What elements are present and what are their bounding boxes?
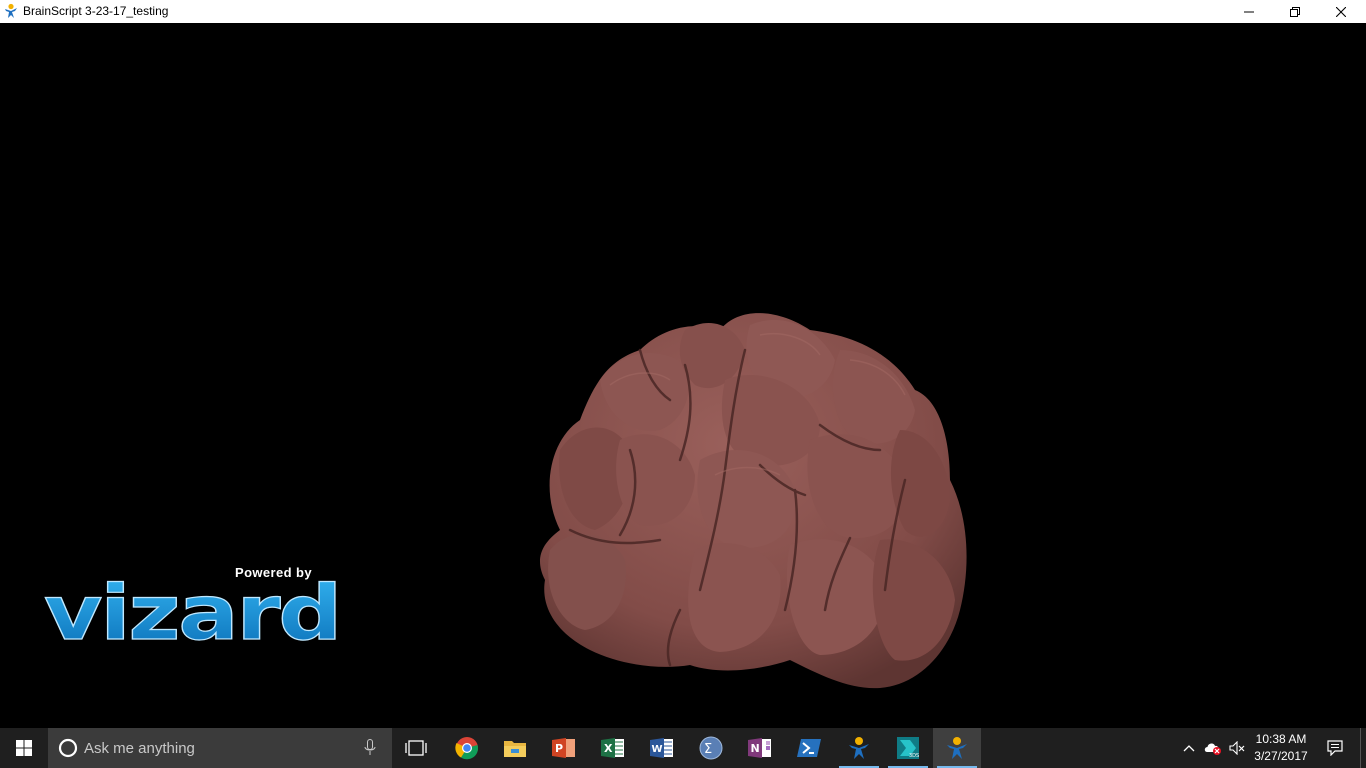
render-viewport[interactable]: vizard Powered by	[0, 23, 1366, 728]
taskbar-vizard-1[interactable]	[835, 728, 883, 768]
sigma-icon: Σ	[699, 736, 723, 760]
taskbar-powershell[interactable]	[785, 728, 833, 768]
svg-text:N: N	[751, 742, 760, 755]
cortana-icon	[58, 738, 78, 758]
volume-button[interactable]	[1226, 728, 1248, 768]
chevron-up-icon	[1183, 745, 1195, 752]
vizard-icon	[947, 737, 967, 759]
vizard-icon	[849, 737, 869, 759]
onedrive-error-button[interactable]	[1202, 728, 1224, 768]
powered-by-label: Powered by	[235, 565, 312, 580]
minimize-icon	[1244, 11, 1254, 12]
microphone-icon[interactable]	[364, 739, 376, 757]
search-placeholder: Ask me anything	[84, 740, 195, 757]
vizard-app-icon	[5, 3, 17, 18]
svg-text:Σ: Σ	[704, 742, 712, 757]
taskbar-word[interactable]: W	[638, 728, 686, 768]
folder-icon	[504, 741, 526, 757]
start-button[interactable]	[0, 728, 48, 768]
3d-brain-model[interactable]	[520, 290, 980, 690]
onenote-icon: N	[748, 738, 771, 758]
show-desktop-button[interactable]	[1360, 728, 1366, 768]
word-icon: W	[650, 738, 673, 758]
cloud-error-icon	[1204, 743, 1221, 755]
excel-icon: X	[601, 738, 624, 758]
taskbar-onenote[interactable]: N	[736, 728, 784, 768]
task-view-icon	[405, 740, 427, 756]
minimize-button[interactable]	[1226, 0, 1272, 23]
volume-muted-icon	[1229, 741, 1245, 755]
close-icon	[1336, 6, 1346, 17]
chrome-icon	[455, 737, 479, 760]
close-button[interactable]	[1318, 0, 1364, 23]
taskbar-vizard-2[interactable]	[933, 728, 981, 768]
search-box[interactable]: Ask me anything	[48, 728, 392, 768]
show-hidden-icons-button[interactable]	[1178, 728, 1200, 768]
window-title: BrainScript 3-23-17_testing	[23, 4, 169, 18]
taskbar-sigma-app[interactable]: Σ	[687, 728, 735, 768]
autodesk-icon: 3DS	[897, 737, 919, 759]
svg-text:3DS: 3DS	[909, 753, 919, 759]
restore-button[interactable]	[1272, 0, 1318, 23]
clock-date: 3/27/2017	[1254, 749, 1308, 763]
taskbar-chrome[interactable]	[443, 728, 491, 768]
powershell-icon	[797, 739, 821, 757]
restore-icon	[1290, 6, 1300, 17]
svg-text:P: P	[555, 742, 563, 755]
notification-icon	[1327, 740, 1343, 756]
window-title-bar[interactable]: BrainScript 3-23-17_testing	[0, 0, 1366, 23]
taskbar-autodesk-3ds[interactable]: 3DS	[884, 728, 932, 768]
taskbar-clock[interactable]: 10:38 AM 3/27/2017	[1248, 731, 1314, 765]
taskbar-powerpoint[interactable]: P	[540, 728, 588, 768]
action-center-button[interactable]	[1320, 728, 1350, 768]
svg-text:W: W	[652, 744, 663, 755]
taskbar-file-explorer[interactable]	[491, 728, 539, 768]
clock-time: 10:38 AM	[1255, 732, 1307, 746]
task-view-button[interactable]	[392, 728, 440, 768]
windows-logo-icon	[16, 740, 32, 756]
svg-text:X: X	[604, 742, 613, 755]
taskbar: Ask me anything P X W Σ N 3DS 10:38 AM 3…	[0, 728, 1366, 768]
powerpoint-icon: P	[552, 738, 575, 758]
taskbar-excel[interactable]: X	[589, 728, 637, 768]
